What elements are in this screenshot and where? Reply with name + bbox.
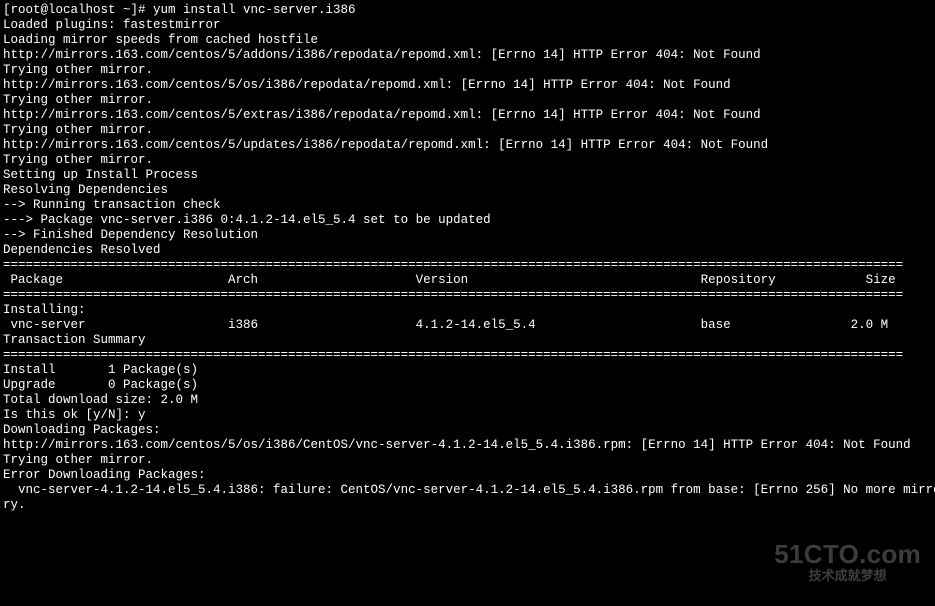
terminal-line: Trying other mirror. bbox=[3, 153, 932, 168]
terminal-line: Loaded plugins: fastestmirror bbox=[3, 18, 932, 33]
terminal-line: vnc-server-4.1.2-14.el5_5.4.i386: failur… bbox=[3, 483, 932, 498]
terminal-line: --> Finished Dependency Resolution bbox=[3, 228, 932, 243]
terminal-line: ========================================… bbox=[3, 258, 932, 273]
terminal-line: Upgrade 0 Package(s) bbox=[3, 378, 932, 393]
terminal-line: Trying other mirror. bbox=[3, 123, 932, 138]
terminal-line: ========================================… bbox=[3, 288, 932, 303]
watermark: 51CTO.com 技术成就梦想 bbox=[774, 539, 921, 584]
terminal-line: Setting up Install Process bbox=[3, 168, 932, 183]
watermark-main: 51CTO.com bbox=[774, 539, 921, 570]
terminal-line: Trying other mirror. bbox=[3, 93, 932, 108]
watermark-sub: 技术成就梦想 bbox=[774, 568, 921, 584]
terminal-line: Install 1 Package(s) bbox=[3, 363, 932, 378]
terminal-line: Trying other mirror. bbox=[3, 63, 932, 78]
terminal-line: ========================================… bbox=[3, 348, 932, 363]
terminal-output[interactable]: [root@localhost ~]# yum install vnc-serv… bbox=[3, 3, 932, 513]
terminal-line: http://mirrors.163.com/centos/5/os/i386/… bbox=[3, 438, 932, 453]
terminal-line: http://mirrors.163.com/centos/5/addons/i… bbox=[3, 48, 932, 63]
terminal-line: http://mirrors.163.com/centos/5/os/i386/… bbox=[3, 78, 932, 93]
terminal-line: Dependencies Resolved bbox=[3, 243, 932, 258]
terminal-line: ---> Package vnc-server.i386 0:4.1.2-14.… bbox=[3, 213, 932, 228]
terminal-line: Error Downloading Packages: bbox=[3, 468, 932, 483]
terminal-line: Total download size: 2.0 M bbox=[3, 393, 932, 408]
terminal-line: Transaction Summary bbox=[3, 333, 932, 348]
terminal-line: Package Arch Version Repository Size bbox=[3, 273, 932, 288]
terminal-line: Trying other mirror. bbox=[3, 453, 932, 468]
terminal-line: Downloading Packages: bbox=[3, 423, 932, 438]
terminal-line: http://mirrors.163.com/centos/5/updates/… bbox=[3, 138, 932, 153]
terminal-line: Is this ok [y/N]: y bbox=[3, 408, 932, 423]
terminal-line: Resolving Dependencies bbox=[3, 183, 932, 198]
terminal-line: Loading mirror speeds from cached hostfi… bbox=[3, 33, 932, 48]
terminal-line: Installing: bbox=[3, 303, 932, 318]
terminal-line: [root@localhost ~]# yum install vnc-serv… bbox=[3, 3, 932, 18]
terminal-line: vnc-server i386 4.1.2-14.el5_5.4 base 2.… bbox=[3, 318, 932, 333]
terminal-line: http://mirrors.163.com/centos/5/extras/i… bbox=[3, 108, 932, 123]
terminal-line: --> Running transaction check bbox=[3, 198, 932, 213]
terminal-line: ry. bbox=[3, 498, 932, 513]
